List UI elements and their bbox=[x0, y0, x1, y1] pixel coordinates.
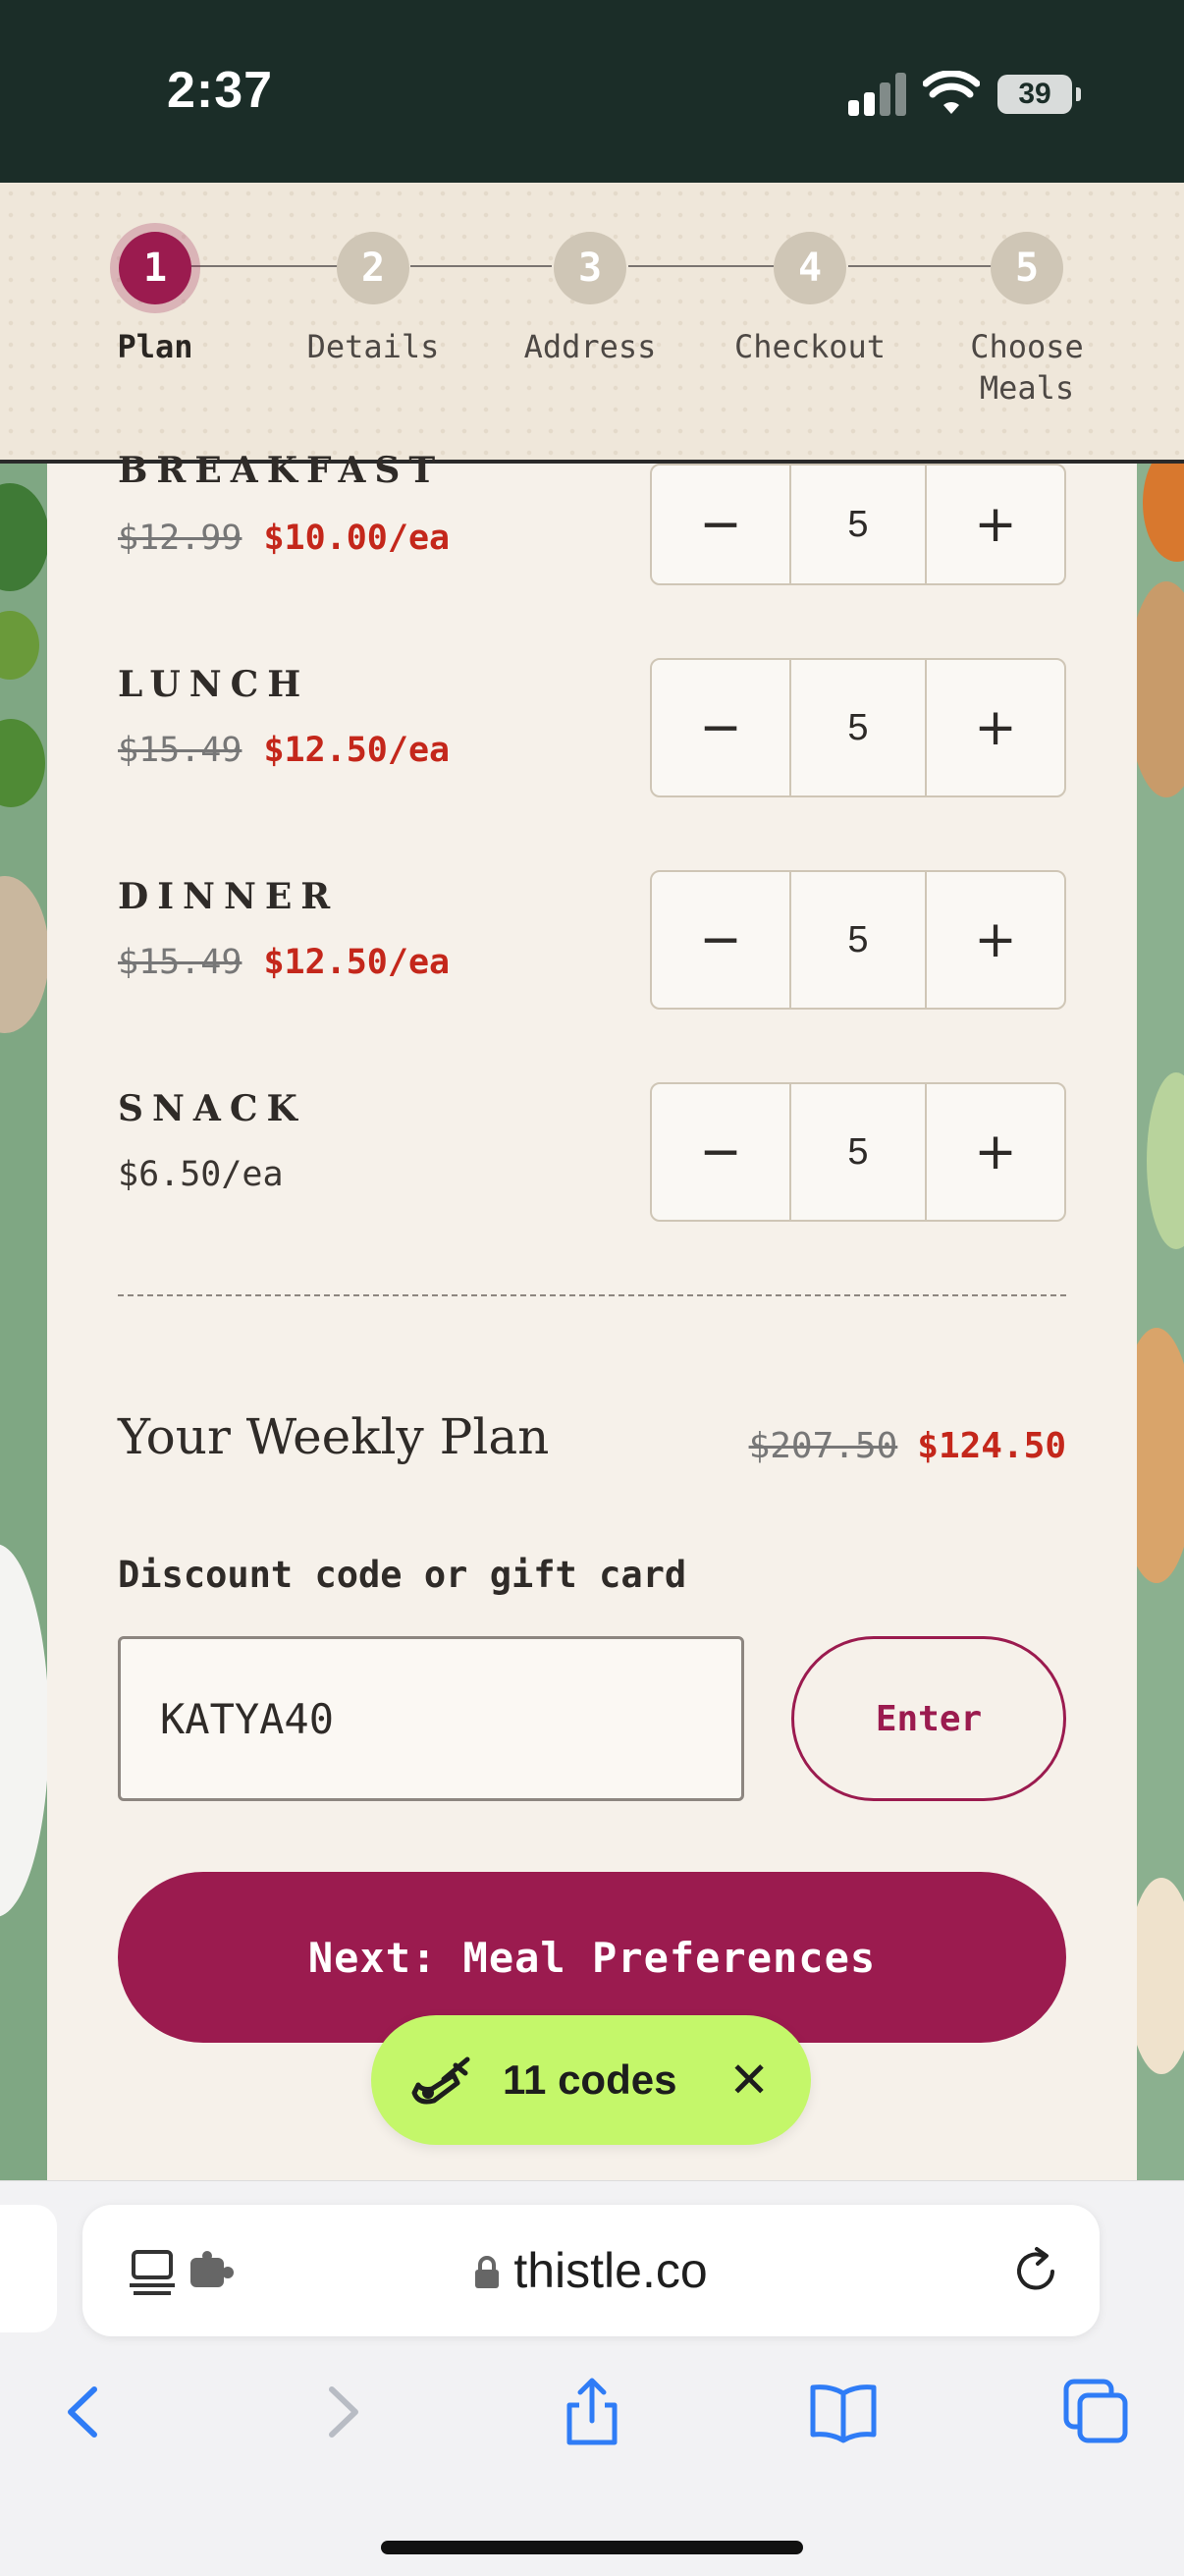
meal-name: BREAKFAST bbox=[118, 450, 445, 491]
meal-name: LUNCH bbox=[118, 664, 310, 705]
original-price: $12.99 bbox=[118, 519, 242, 558]
quantity-stepper: − 5 + bbox=[650, 870, 1066, 1010]
lock-icon bbox=[475, 2256, 500, 2288]
home-indicator bbox=[381, 2541, 803, 2554]
decrement-button[interactable]: − bbox=[652, 1084, 789, 1220]
step-label-line: Choose bbox=[970, 328, 1084, 365]
step-address[interactable]: 3 Address bbox=[507, 232, 673, 367]
increment-button[interactable]: + bbox=[927, 660, 1064, 795]
quantity-value: 5 bbox=[789, 872, 927, 1008]
step-label: Details bbox=[306, 328, 440, 365]
url-display[interactable]: thistle.co bbox=[82, 2242, 1100, 2299]
discount-label: Discount code or gift card bbox=[118, 1554, 687, 1596]
original-price: $15.49 bbox=[118, 731, 242, 770]
checkout-stepper: 1 Plan 2 Details 3 Address 4 Checkout 5 … bbox=[0, 183, 1184, 464]
status-time: 2:37 bbox=[167, 62, 274, 119]
reload-icon[interactable] bbox=[1009, 2244, 1062, 2297]
close-icon[interactable]: ✕ bbox=[728, 2052, 770, 2109]
address-bar[interactable]: thistle.co bbox=[82, 2205, 1100, 2336]
tabs-icon[interactable] bbox=[1060, 2376, 1133, 2448]
meal-name: DINNER bbox=[118, 876, 340, 917]
step-label: Plan bbox=[117, 328, 193, 365]
discount-code-input[interactable] bbox=[118, 1636, 744, 1801]
cellular-signal-icon bbox=[848, 73, 907, 116]
decrement-button[interactable]: − bbox=[652, 872, 789, 1008]
quantity-stepper: − 5 + bbox=[650, 1082, 1066, 1222]
step-number: 3 bbox=[554, 232, 626, 304]
step-choose-meals[interactable]: 5 Choose Meals bbox=[943, 232, 1110, 409]
step-label-line: Meals bbox=[979, 369, 1075, 407]
step-details[interactable]: 2 Details bbox=[290, 232, 457, 367]
weekly-plan-title: Your Weekly Plan bbox=[118, 1408, 550, 1465]
meal-name: SNACK bbox=[118, 1088, 306, 1129]
step-number: 2 bbox=[337, 232, 409, 304]
original-price: $15.49 bbox=[118, 943, 242, 982]
browser-chrome: thistle.co bbox=[0, 2180, 1184, 2576]
step-plan[interactable]: 1 Plan bbox=[72, 232, 239, 367]
meal-row-snack: SNACK $6.50/ea − 5 + bbox=[118, 1082, 1066, 1226]
meal-row-breakfast: BREAKFAST $12.99 $10.00/ea − 5 + bbox=[118, 440, 1066, 585]
decrement-button[interactable]: − bbox=[652, 466, 789, 583]
quantity-stepper: − 5 + bbox=[650, 658, 1066, 797]
meal-row-lunch: LUNCH $15.49 $12.50/ea − 5 + bbox=[118, 658, 1066, 801]
apply-discount-button[interactable]: Enter bbox=[791, 1636, 1066, 1801]
quantity-value: 5 bbox=[789, 660, 927, 795]
sale-price: $12.50/ea bbox=[263, 943, 451, 982]
increment-button[interactable]: + bbox=[927, 872, 1064, 1008]
sale-price: $10.00/ea bbox=[263, 519, 451, 558]
quantity-stepper: − 5 + bbox=[650, 464, 1066, 585]
unit-price: $6.50/ea bbox=[118, 1155, 284, 1194]
step-number: 1 bbox=[119, 232, 191, 304]
increment-button[interactable]: + bbox=[927, 1084, 1064, 1220]
original-total: $207.50 bbox=[748, 1426, 898, 1466]
meal-price: $6.50/ea bbox=[118, 1155, 284, 1194]
meal-row-dinner: DINNER $15.49 $12.50/ea − 5 + bbox=[118, 870, 1066, 1014]
meal-price: $15.49 $12.50/ea bbox=[118, 731, 450, 770]
divider bbox=[118, 1294, 1066, 1296]
step-label: Address bbox=[523, 328, 657, 365]
previous-tab-preview[interactable] bbox=[0, 2205, 57, 2332]
forward-icon[interactable] bbox=[304, 2376, 377, 2448]
increment-button[interactable]: + bbox=[927, 466, 1064, 583]
share-icon[interactable] bbox=[556, 2376, 628, 2448]
quantity-value: 5 bbox=[789, 1084, 927, 1220]
wifi-icon bbox=[923, 71, 980, 114]
food-photo-left bbox=[0, 464, 47, 2180]
back-icon[interactable] bbox=[49, 2376, 122, 2448]
discounted-total: $124.50 bbox=[917, 1426, 1066, 1466]
quantity-value: 5 bbox=[789, 466, 927, 583]
url-text: thistle.co bbox=[513, 2243, 708, 2298]
coupon-codes-toast[interactable]: 11 codes ✕ bbox=[371, 2015, 811, 2145]
step-label: Checkout bbox=[733, 328, 887, 365]
step-checkout[interactable]: 4 Checkout bbox=[727, 232, 893, 367]
battery-icon: 39 bbox=[997, 75, 1081, 114]
meal-price: $15.49 $12.50/ea bbox=[118, 943, 450, 982]
weekly-plan-total: $207.50 $124.50 bbox=[749, 1426, 1066, 1466]
decrement-button[interactable]: − bbox=[652, 660, 789, 795]
status-bar: 2:37 39 bbox=[0, 0, 1184, 183]
bookmarks-icon[interactable] bbox=[807, 2376, 880, 2448]
meal-price: $12.99 $10.00/ea bbox=[118, 519, 450, 558]
step-number: 5 bbox=[991, 232, 1063, 304]
codes-count: 11 codes bbox=[503, 2056, 677, 2103]
coupon-scissors-icon bbox=[411, 2056, 470, 2105]
sale-price: $12.50/ea bbox=[263, 731, 451, 770]
step-label: Choose Meals bbox=[943, 326, 1110, 409]
step-number: 4 bbox=[774, 232, 846, 304]
food-photo-right bbox=[1137, 464, 1184, 2180]
